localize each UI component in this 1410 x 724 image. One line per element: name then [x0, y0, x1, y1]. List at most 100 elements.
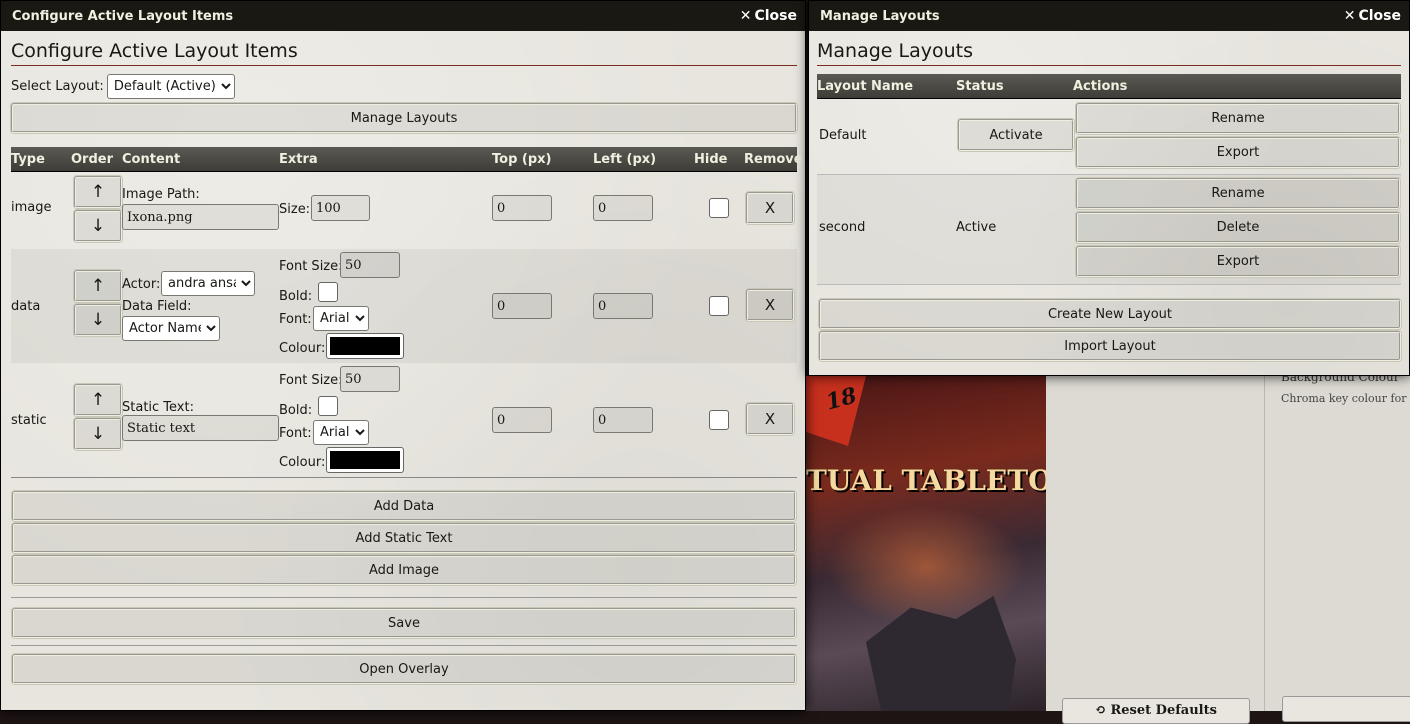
static-text-label: Static Text:	[122, 400, 194, 415]
close-icon: ✕	[739, 8, 752, 24]
hide-checkbox[interactable]	[709, 296, 729, 316]
col-remove: Remove	[744, 151, 803, 167]
layout-name: Default	[819, 128, 867, 143]
artwork-tagline: TUAL TABLETOP	[806, 464, 1046, 497]
export-layout-button[interactable]: Export	[1076, 137, 1400, 168]
colour-swatch-fill	[330, 451, 400, 469]
rename-layout-button[interactable]: Rename	[1076, 103, 1400, 134]
bold-label: Bold:	[279, 403, 313, 418]
close-icon: ✕	[1343, 8, 1356, 24]
font-size-input[interactable]	[340, 252, 400, 278]
layouts-table-header: Layout Name Status Actions	[817, 74, 1401, 99]
layout-items-table: Type Order Content Extra Top (px) Left (…	[11, 147, 803, 477]
add-static-text-button[interactable]: Add Static Text	[12, 523, 796, 553]
font-size-label: Font Size:	[279, 259, 343, 274]
bold-checkbox[interactable]	[318, 396, 338, 416]
panel-button[interactable]	[1282, 696, 1410, 722]
bold-label: Bold:	[279, 289, 313, 304]
layouts-table: Layout Name Status Actions Default Activ…	[817, 74, 1401, 285]
save-button[interactable]: Save	[12, 608, 796, 638]
image-size-label: Size:	[279, 202, 311, 217]
panel-divider	[1264, 376, 1265, 711]
move-down-button[interactable]: ↓	[74, 418, 122, 450]
add-data-button[interactable]: Add Data	[12, 491, 796, 521]
layout-actions-group: Create New Layout Import Layout	[819, 299, 1401, 361]
left-px-input[interactable]	[593, 195, 653, 221]
font-label: Font:	[279, 426, 312, 441]
font-size-label: Font Size:	[279, 373, 343, 388]
select-layout-dropdown[interactable]: Default (Active)	[106, 74, 235, 99]
move-up-button[interactable]: ↑	[74, 384, 122, 416]
save-group: Save	[12, 608, 796, 638]
table-row-data: data ↑ ↓ Actor: andra ansa Data Field: A…	[11, 249, 797, 363]
items-table-header: Type Order Content Extra Top (px) Left (…	[11, 147, 803, 172]
rename-layout-button[interactable]: Rename	[1076, 178, 1400, 209]
hide-checkbox[interactable]	[709, 410, 729, 430]
font-label: Font:	[279, 312, 312, 327]
remove-item-button[interactable]: X	[746, 192, 794, 224]
item-type: static	[11, 413, 47, 428]
open-overlay-button[interactable]: Open Overlay	[12, 654, 796, 684]
manage-close-button[interactable]: ✕ Close	[1344, 8, 1401, 24]
move-up-button[interactable]: ↑	[74, 270, 122, 302]
colour-picker[interactable]	[326, 447, 404, 473]
layout-row-default: Default Activate Rename Export	[817, 99, 1401, 175]
font-select[interactable]: Arial	[313, 306, 369, 331]
left-px-input[interactable]	[593, 407, 653, 433]
table-row-static: static ↑ ↓ Static Text: Font Size: Bold:…	[11, 363, 797, 477]
add-image-button[interactable]: Add Image	[12, 555, 796, 585]
export-layout-button[interactable]: Export	[1076, 246, 1400, 277]
manage-window-body: Manage Layouts Layout Name Status Action…	[809, 31, 1409, 371]
create-new-layout-button[interactable]: Create New Layout	[819, 299, 1401, 329]
manage-window-header-title: Manage Layouts	[820, 8, 940, 24]
select-layout-label: Select Layout:	[11, 79, 104, 94]
col-top: Top (px)	[492, 151, 552, 167]
col-actions: Actions	[1073, 78, 1128, 94]
left-px-input[interactable]	[593, 293, 653, 319]
colour-swatch-fill	[330, 337, 400, 355]
actor-select[interactable]: andra ansa	[161, 271, 255, 296]
move-down-button[interactable]: ↓	[74, 304, 122, 336]
manage-layouts-window: Manage Layouts ✕ Close Manage Layouts La…	[808, 0, 1410, 376]
top-px-input[interactable]	[492, 293, 552, 319]
bold-checkbox[interactable]	[318, 282, 338, 302]
manage-window-header[interactable]: Manage Layouts ✕ Close	[809, 1, 1409, 31]
col-order: Order	[71, 151, 113, 167]
font-select[interactable]: Arial	[313, 420, 369, 445]
background-artwork: 18 TUAL TABLETOP	[806, 376, 1046, 711]
move-down-button[interactable]: ↓	[74, 210, 122, 242]
configure-layout-window: Configure Active Layout Items ✕ Close Co…	[0, 0, 806, 711]
import-layout-button[interactable]: Import Layout	[819, 331, 1401, 361]
manage-layouts-button[interactable]: Manage Layouts	[11, 103, 797, 133]
image-size-input[interactable]	[311, 195, 370, 221]
col-status: Status	[956, 78, 1004, 94]
activate-layout-button[interactable]: Activate	[958, 119, 1074, 151]
top-px-input[interactable]	[492, 407, 552, 433]
colour-picker[interactable]	[326, 333, 404, 359]
configure-window-header-title: Configure Active Layout Items	[12, 8, 234, 24]
top-px-input[interactable]	[492, 195, 552, 221]
font-size-input[interactable]	[340, 366, 400, 392]
layout-row-second: second Active Rename Delete Export	[817, 175, 1401, 285]
col-layout-name: Layout Name	[817, 78, 914, 94]
col-left: Left (px)	[593, 151, 657, 167]
item-type: data	[11, 299, 41, 314]
close-label: Close	[1358, 8, 1401, 24]
delete-layout-button[interactable]: Delete	[1076, 212, 1400, 243]
hide-checkbox[interactable]	[709, 198, 729, 218]
configure-window-body: Configure Active Layout Items Select Lay…	[1, 31, 805, 694]
data-field-select[interactable]: Actor Name	[122, 316, 220, 341]
table-row-image: image ↑ ↓ Image Path: Size: X	[11, 172, 797, 249]
col-hide: Hide	[694, 151, 728, 167]
move-up-button[interactable]: ↑	[74, 176, 122, 208]
remove-item-button[interactable]: X	[746, 403, 794, 435]
configure-window-header[interactable]: Configure Active Layout Items ✕ Close	[1, 1, 805, 31]
image-path-input[interactable]	[122, 204, 279, 230]
configure-page-title: Configure Active Layout Items	[11, 40, 797, 66]
reset-defaults-button[interactable]: ⟲ Reset Defaults	[1062, 698, 1250, 724]
configure-close-button[interactable]: ✕ Close	[740, 8, 797, 24]
remove-item-button[interactable]: X	[746, 289, 794, 321]
data-field-label: Data Field:	[122, 299, 192, 314]
static-text-input[interactable]	[122, 415, 279, 441]
layout-name: second	[819, 220, 866, 235]
